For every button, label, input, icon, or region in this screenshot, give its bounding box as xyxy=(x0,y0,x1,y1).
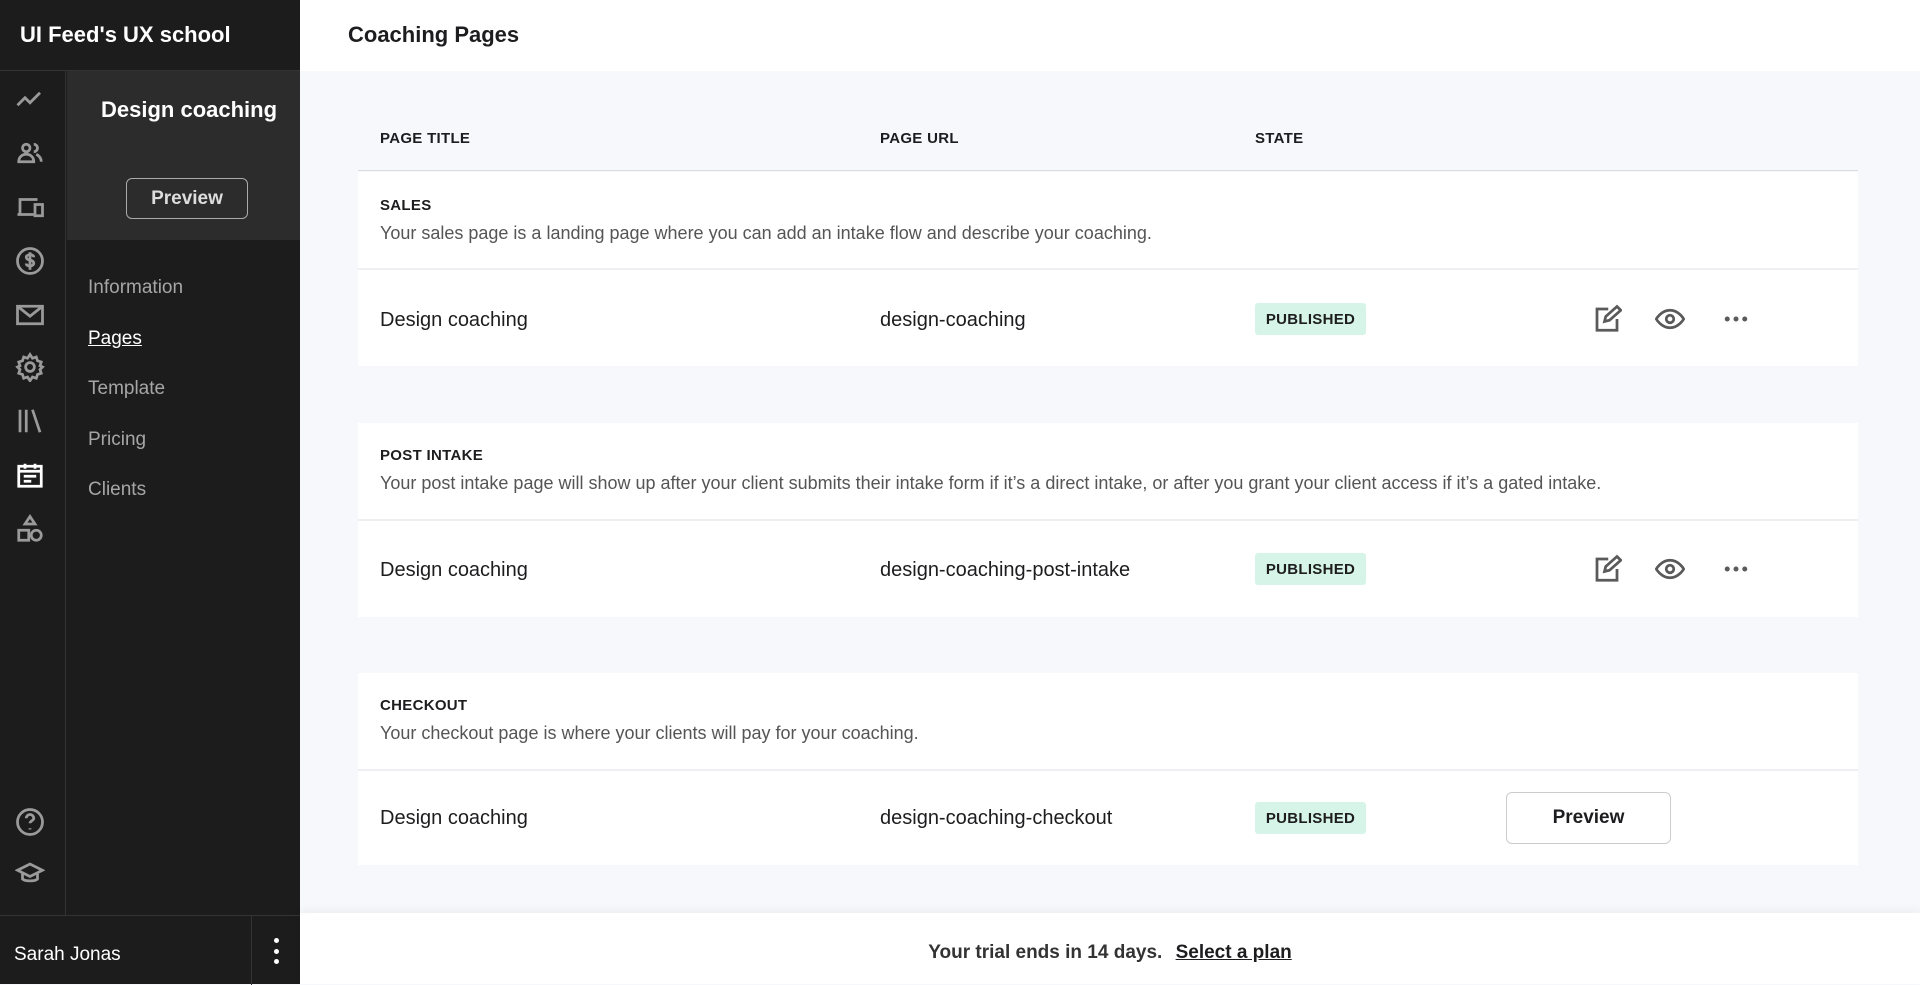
icon-rail xyxy=(0,71,66,915)
graduation-cap-icon[interactable] xyxy=(14,858,46,890)
user-bar: Sarah Jonas xyxy=(0,915,300,985)
divider xyxy=(251,916,252,985)
dollar-icon[interactable] xyxy=(14,245,46,277)
status-badge: PUBLISHED xyxy=(1255,802,1366,834)
edit-icon[interactable] xyxy=(1590,552,1624,586)
section-post-intake: POST INTAKE Your post intake page will s… xyxy=(358,423,1858,617)
divider xyxy=(358,769,1858,771)
row-url: design-coaching-checkout xyxy=(880,807,1113,829)
nav-clients[interactable]: Clients xyxy=(88,479,146,501)
trial-banner: Your trial ends in 14 days. Select a pla… xyxy=(300,913,1920,984)
section-description: Your sales page is a landing page where … xyxy=(380,223,1152,243)
gear-icon[interactable] xyxy=(14,351,46,383)
row-title: Design coaching xyxy=(380,807,528,829)
row-url: design-coaching-post-intake xyxy=(880,559,1131,581)
nav-template[interactable]: Template xyxy=(88,378,165,400)
nav-pages[interactable]: Pages xyxy=(88,328,142,350)
column-page-url: PAGE URL xyxy=(880,130,959,147)
section-sales: SALES Your sales page is a landing page … xyxy=(358,172,1858,366)
divider xyxy=(358,519,1858,521)
app-title: UI Feed's UX school xyxy=(0,0,300,71)
edit-icon[interactable] xyxy=(1590,302,1624,336)
coaching-panel: Design coaching Preview xyxy=(67,71,300,240)
nav-information[interactable]: Information xyxy=(88,277,183,299)
help-icon[interactable] xyxy=(14,806,46,838)
sidebar-preview-button[interactable]: Preview xyxy=(126,178,248,219)
analytics-icon[interactable] xyxy=(14,83,46,115)
section-label: SALES xyxy=(380,197,432,214)
select-plan-link[interactable]: Select a plan xyxy=(1176,942,1292,963)
section-description: Your post intake page will show up after… xyxy=(380,473,1602,493)
mail-icon[interactable] xyxy=(14,299,46,331)
devices-icon[interactable] xyxy=(14,191,46,223)
status-badge: PUBLISHED xyxy=(1255,303,1366,335)
eye-icon[interactable] xyxy=(1653,302,1687,336)
divider xyxy=(358,268,1858,270)
row-url: design-coaching xyxy=(880,309,1026,331)
sidebar: UI Feed's UX school Design coaching Prev… xyxy=(0,0,300,985)
trial-text: Your trial ends in 14 days. xyxy=(928,942,1163,963)
row-title: Design coaching xyxy=(380,559,528,581)
users-icon[interactable] xyxy=(14,137,46,169)
calendar-icon[interactable] xyxy=(14,459,46,491)
section-description: Your checkout page is where your clients… xyxy=(380,723,919,743)
status-badge: PUBLISHED xyxy=(1255,553,1366,585)
column-page-title: PAGE TITLE xyxy=(380,130,471,147)
header: Coaching Pages xyxy=(300,0,1920,71)
section-checkout: CHECKOUT Your checkout page is where you… xyxy=(358,673,1858,865)
user-name[interactable]: Sarah Jonas xyxy=(14,944,121,966)
eye-icon[interactable] xyxy=(1653,552,1687,586)
row-title: Design coaching xyxy=(380,309,528,331)
more-horizontal-icon[interactable] xyxy=(1719,302,1753,336)
nav-pricing[interactable]: Pricing xyxy=(88,429,146,451)
more-horizontal-icon[interactable] xyxy=(1719,552,1753,586)
library-icon[interactable] xyxy=(14,405,46,437)
section-label: POST INTAKE xyxy=(380,447,484,464)
section-label: CHECKOUT xyxy=(380,697,468,714)
column-state: STATE xyxy=(1255,130,1304,147)
checkout-preview-button[interactable]: Preview xyxy=(1506,792,1671,844)
more-vertical-icon[interactable] xyxy=(268,938,284,964)
coaching-name: Design coaching xyxy=(101,97,278,122)
table-header: PAGE TITLE PAGE URL STATE xyxy=(358,120,1858,171)
page-title: Coaching Pages xyxy=(348,22,520,47)
shapes-icon[interactable] xyxy=(14,513,46,545)
